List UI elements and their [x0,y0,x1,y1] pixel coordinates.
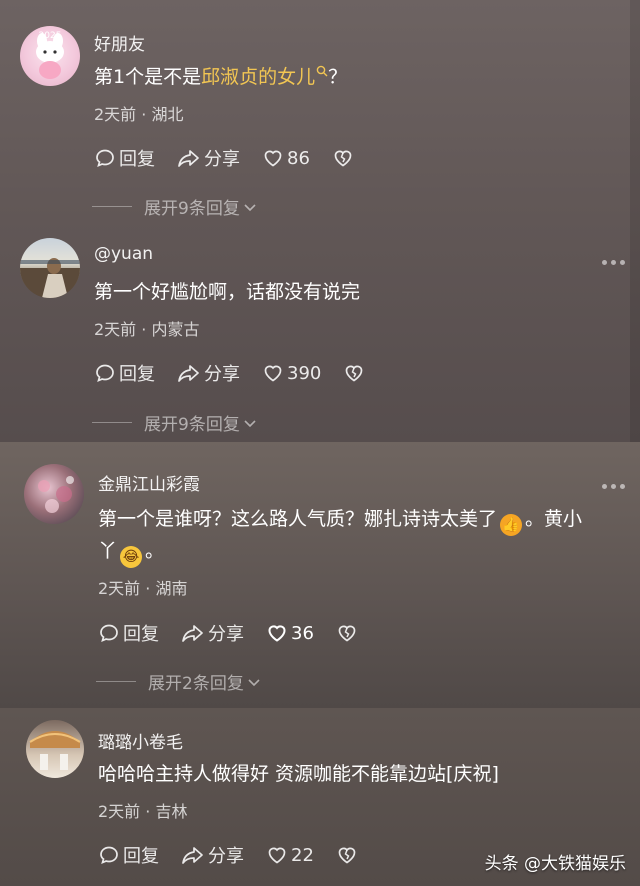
avatar[interactable] [26,720,84,778]
expand-label: 展开2条回复 [148,674,244,694]
reply-icon [96,149,114,167]
broken-heart-icon [346,365,363,382]
comment-actions: 回复 分享 390 [94,360,390,386]
like-button[interactable]: 86 [262,147,310,169]
dislike-button[interactable] [343,362,368,384]
watermark: 头条 @大铁猫娱乐 [484,854,626,874]
heart-icon [264,150,282,167]
more-icon[interactable] [602,260,629,265]
share-icon [178,150,199,167]
chevron-down-icon [248,678,260,686]
search-icon [316,65,328,77]
broken-heart-icon [338,625,356,642]
comment-panel-2: 金鼎江山彩霞 第一个是谁呀？这么路人气质？娜扎诗诗太美了 👍 。黄小 丫 😂。 2天前… [0,442,640,708]
comment-meta: 2天前 · 吉林 [98,802,188,821]
chevron-down-icon [244,419,256,427]
reply-icon [96,364,114,382]
dislike-button[interactable] [336,844,361,866]
avatar[interactable]: 2025 [20,26,80,86]
expand-replies[interactable]: 展开2条回复 [96,669,262,694]
thumbs-up-emoji-icon: 👍 [500,514,523,536]
reply-label: 回复 [123,624,159,645]
username[interactable]: 好朋友 [94,30,145,55]
reply-label: 回复 [119,149,155,170]
comment-panel-1: 2025 好朋友 第1个是不是邱淑贞的女儿？ 2天前 · 湖北 回复 分享 86 [0,0,640,442]
expand-replies[interactable]: 展开9条回复 [92,410,258,435]
avatar[interactable] [20,238,80,298]
share-label: 分享 [208,846,244,867]
reply-label: 回复 [119,364,155,385]
share-button[interactable]: 分享 [181,842,244,868]
expand-replies[interactable]: 展开9条回复 [92,194,258,219]
reply-label: 回复 [123,846,159,867]
comment-meta: 2天前 · 湖北 [94,105,184,124]
share-button[interactable]: 分享 [177,360,240,386]
comment-text: 第一个好尴尬啊，话都没有说完 [94,281,361,303]
like-count: 22 [291,844,314,866]
comment-meta: 2天前 · 湖南 [98,579,188,598]
reply-button[interactable]: 回复 [94,360,155,386]
share-icon [182,625,203,642]
like-button[interactable]: 22 [266,844,314,866]
svg-text:2025: 2025 [39,31,62,41]
reply-button[interactable]: 回复 [98,620,159,646]
share-icon [178,365,199,382]
like-count: 86 [287,147,310,169]
heart-icon [264,365,282,382]
share-button[interactable]: 分享 [181,620,244,646]
reply-button[interactable]: 回复 [94,145,155,171]
broken-heart-icon [334,150,352,167]
like-button[interactable]: 36 [266,622,314,644]
comment-panel-3: 璐璐小卷毛 哈哈哈主持人做得好 资源咖能不能靠边站[庆祝] 2天前 · 吉林 回… [0,708,640,886]
broken-heart-icon [338,847,356,864]
reply-button[interactable]: 回复 [98,842,159,868]
heart-icon [268,625,286,642]
comment-actions: 回复 分享 22 [98,842,383,868]
username[interactable]: 金鼎江山彩霞 [98,470,200,495]
reply-icon [100,624,118,642]
comment-text: 第1个是不是邱淑贞的女儿？ [94,65,348,88]
like-count: 390 [287,362,322,384]
dislike-button[interactable] [336,622,361,644]
share-icon [182,847,203,864]
share-label: 分享 [204,364,240,385]
username[interactable]: @yuan [94,244,153,264]
comment-text: 哈哈哈主持人做得好 资源咖能不能靠边站[庆祝] [98,763,499,785]
comment-text-line2: 丫 😂。 [98,536,164,568]
chevron-down-icon [244,203,256,211]
share-button[interactable]: 分享 [177,145,240,171]
reply-icon [100,846,118,864]
heart-icon [268,847,286,864]
like-count: 36 [291,622,314,644]
comment-actions: 回复 分享 36 [98,620,383,646]
comment-meta: 2天前 · 内蒙古 [94,320,200,339]
avatar[interactable] [24,464,84,524]
search-link[interactable]: 邱淑贞的女儿 [201,65,328,88]
more-icon[interactable] [602,484,629,489]
dislike-button[interactable] [332,147,357,169]
laughing-emoji-icon: 😂 [120,546,143,568]
username[interactable]: 璐璐小卷毛 [98,728,183,753]
like-button[interactable]: 390 [262,362,321,384]
share-label: 分享 [204,149,240,170]
comment-actions: 回复 分享 86 [94,145,379,171]
comment-text: 第一个是谁呀？这么路人气质？娜扎诗诗太美了 👍 。黄小 [98,504,582,536]
share-label: 分享 [208,624,244,645]
expand-label: 展开9条回复 [144,199,240,219]
expand-label: 展开9条回复 [144,415,240,435]
